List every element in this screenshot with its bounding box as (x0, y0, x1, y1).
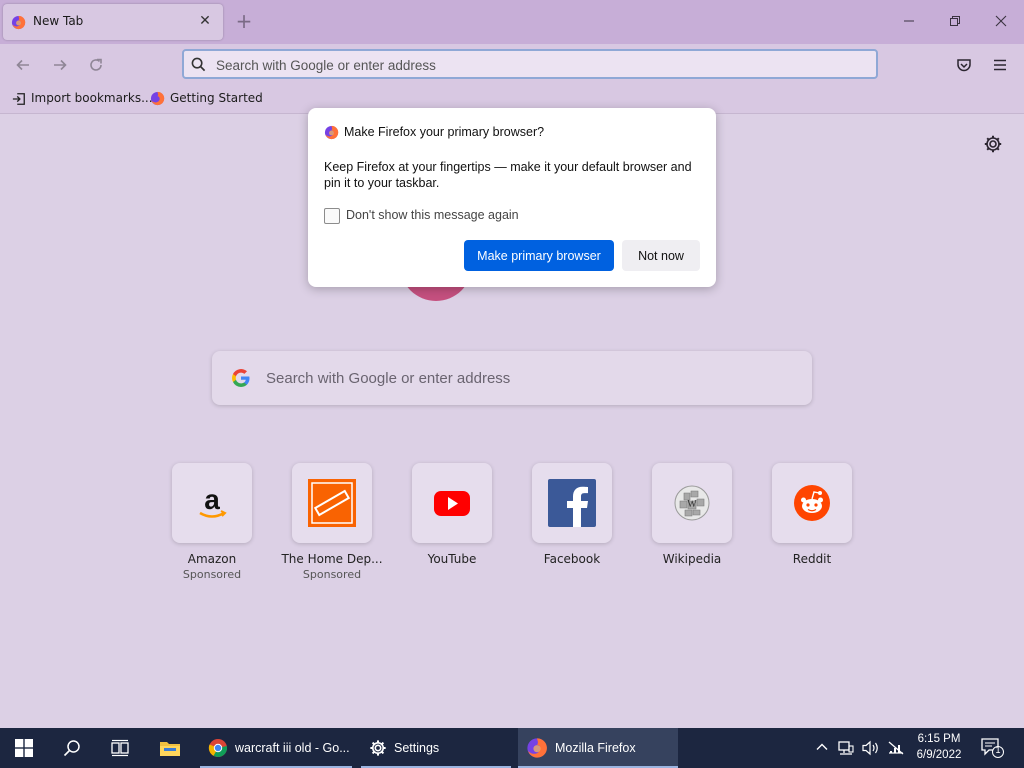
taskbar-app-chrome[interactable]: warcraft iii old - Go... (200, 728, 352, 768)
dont-show-again-checkbox[interactable] (324, 208, 340, 224)
sponsored-label: Sponsored (182, 568, 242, 581)
firefox-icon (324, 125, 339, 140)
top-site-reddit[interactable]: Reddit (772, 463, 852, 566)
firefox-icon (527, 738, 547, 758)
minimize-icon (904, 20, 914, 22)
top-site-name: Amazon (187, 552, 237, 566)
reload-button[interactable] (83, 52, 109, 78)
no-network-icon[interactable] (887, 740, 905, 756)
top-site-facebook[interactable]: Facebook (532, 463, 612, 566)
bookmark-import[interactable]: Import bookmarks... (12, 91, 153, 106)
dialog-message: Keep Firefox at your fingertips — make i… (324, 160, 692, 190)
pocket-icon (957, 59, 971, 72)
restore-icon (950, 16, 960, 26)
taskbar-search-button[interactable] (48, 728, 96, 768)
windows-taskbar: warcraft iii old - Go... Settings Mozill… (0, 728, 1024, 768)
navigation-toolbar (0, 44, 1024, 86)
task-view-icon (111, 739, 129, 757)
close-icon (995, 15, 1007, 27)
top-site-home-depot[interactable]: The Home Dep... Sponsored (281, 463, 383, 581)
new-tab-search-input[interactable] (264, 367, 784, 389)
top-site-tile[interactable] (772, 463, 852, 543)
pocket-button[interactable] (951, 52, 977, 78)
taskbar-app-label: Mozilla Firefox (555, 741, 636, 755)
volume-icon[interactable] (862, 740, 880, 756)
close-window-button[interactable] (978, 0, 1024, 44)
system-clock[interactable]: 6:15 PM 6/9/2022 (908, 731, 970, 763)
firefox-icon (150, 91, 165, 106)
taskbar-app-label: Settings (394, 741, 440, 755)
not-now-button[interactable]: Not now (622, 240, 700, 271)
facebook-logo-icon (548, 479, 596, 527)
minimize-button[interactable] (886, 0, 932, 44)
dont-show-again-label[interactable]: Don't show this message again (346, 208, 519, 222)
search-icon (191, 57, 206, 72)
back-arrow-icon (16, 59, 29, 71)
search-icon (63, 740, 80, 757)
chrome-icon (208, 739, 228, 758)
tab-new-tab[interactable]: New Tab ✕ (3, 4, 223, 40)
make-primary-browser-button[interactable]: Make primary browser (464, 240, 614, 271)
top-site-tile[interactable] (292, 463, 372, 543)
windows-logo-icon (15, 739, 33, 757)
action-center-button[interactable]: 1 (980, 737, 1004, 763)
top-site-name: YouTube (427, 552, 477, 566)
svg-text:a: a (204, 484, 220, 515)
clock-time: 6:15 PM (917, 733, 961, 745)
address-input[interactable] (214, 55, 854, 75)
forward-arrow-icon (54, 59, 67, 71)
svg-text:W: W (687, 499, 697, 510)
top-site-name: Reddit (792, 552, 832, 566)
forward-button[interactable] (47, 52, 73, 78)
top-site-tile[interactable]: a (172, 463, 252, 543)
top-site-tile[interactable]: W (652, 463, 732, 543)
start-button[interactable] (0, 728, 48, 768)
hamburger-menu-icon (994, 59, 1006, 71)
address-bar[interactable] (182, 49, 878, 79)
task-view-button[interactable] (96, 728, 144, 768)
reddit-logo-icon (794, 485, 830, 521)
taskbar-app-label: warcraft iii old - Go... (235, 741, 350, 755)
top-site-name: The Home Dep... (281, 552, 383, 566)
import-icon (12, 92, 25, 105)
restore-button[interactable] (932, 0, 978, 44)
dialog-title: Make Firefox your primary browser? (344, 125, 545, 139)
bookmark-getting-started[interactable]: Getting Started (150, 91, 263, 106)
folder-icon (160, 742, 180, 756)
top-site-name: Facebook (543, 552, 601, 566)
top-site-amazon[interactable]: a Amazon Sponsored (172, 463, 252, 581)
top-site-tile[interactable] (532, 463, 612, 543)
back-button[interactable] (10, 52, 36, 78)
bookmark-label: Getting Started (170, 91, 263, 105)
default-browser-dialog: Make Firefox your primary browser? Keep … (308, 108, 716, 287)
taskbar-app-settings[interactable]: Settings (361, 728, 511, 768)
wikipedia-logo-icon: W (674, 485, 710, 521)
top-site-youtube[interactable]: YouTube (412, 463, 492, 566)
bookmark-label: Import bookmarks... (31, 91, 153, 105)
app-menu-button[interactable] (987, 52, 1013, 78)
reload-icon (90, 58, 102, 71)
taskbar-app-firefox[interactable]: Mozilla Firefox (518, 728, 678, 768)
close-tab-icon[interactable]: ✕ (195, 11, 215, 31)
top-site-tile[interactable] (412, 463, 492, 543)
file-explorer-button[interactable] (146, 728, 194, 768)
youtube-logo-icon (434, 491, 470, 516)
gear-icon[interactable] (983, 134, 1003, 154)
clock-date: 6/9/2022 (916, 749, 962, 761)
google-logo-icon (232, 369, 250, 387)
network-icon[interactable] (838, 740, 854, 756)
firefox-icon (11, 15, 26, 30)
title-bar: New Tab ✕ + (0, 0, 1024, 44)
top-site-wikipedia[interactable]: W Wikipedia (652, 463, 732, 566)
new-tab-plus-icon[interactable]: + (233, 10, 255, 32)
chevron-up-icon[interactable] (815, 740, 829, 754)
gear-icon (370, 740, 386, 756)
top-site-name: Wikipedia (662, 552, 722, 566)
new-tab-search-box[interactable] (212, 351, 812, 405)
sponsored-label: Sponsored (302, 568, 362, 581)
tab-title: New Tab (33, 14, 84, 28)
notification-count: 1 (995, 745, 1001, 755)
amazon-logo-icon: a (199, 484, 227, 518)
home-depot-logo-icon (308, 479, 356, 527)
